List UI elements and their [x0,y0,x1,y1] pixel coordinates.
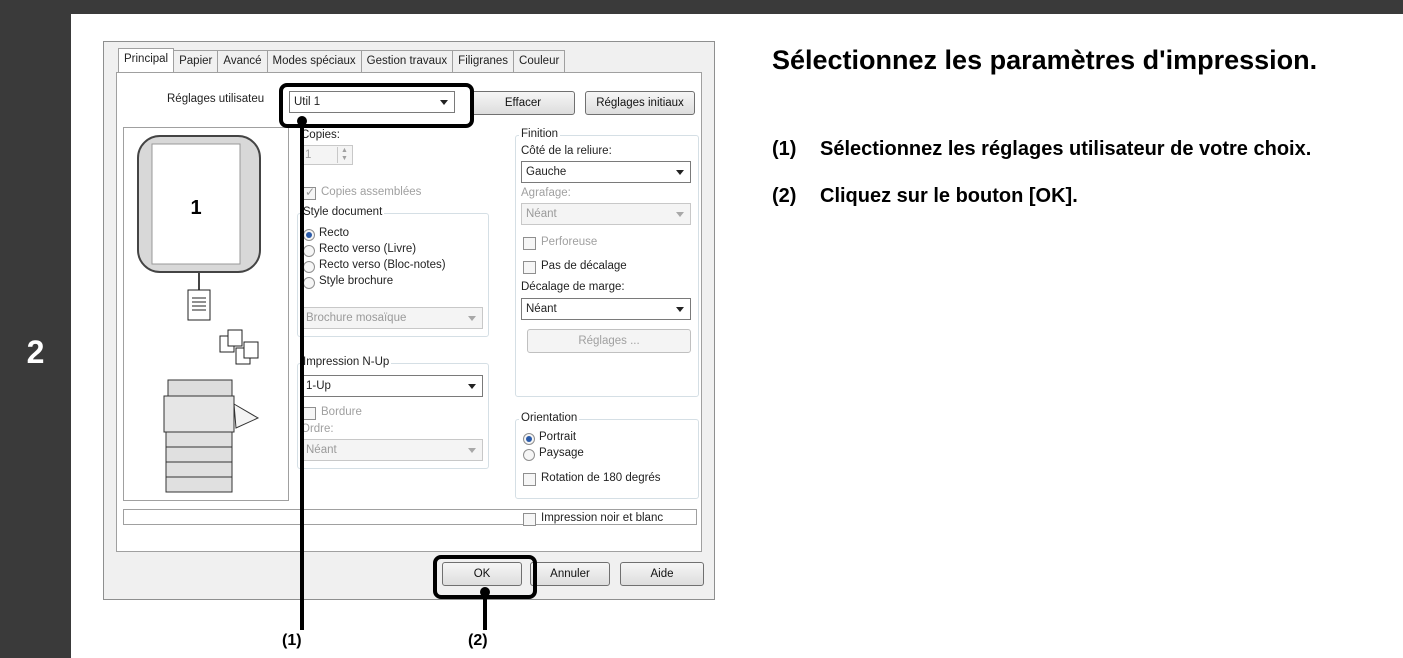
brochure-value: Brochure mosaïque [306,312,407,324]
chevron-down-icon [676,170,684,175]
callout-box-user-settings [279,83,474,128]
punch-checkbox[interactable] [523,237,536,250]
document-style-label: Style document [301,206,385,218]
help-button[interactable]: Aide [620,562,704,586]
no-offset-checkbox[interactable] [523,261,536,274]
radio-portrait[interactable] [523,433,535,445]
nup-select[interactable]: 1-Up [301,375,483,397]
callout-leader-2 [483,591,487,630]
rotate-checkbox[interactable] [523,473,536,486]
defaults-button[interactable]: Réglages initiaux [585,91,695,115]
chevron-down-icon [676,212,684,217]
chevron-down-icon [468,384,476,389]
radio-style-brochure[interactable] [303,277,315,289]
step-num: (1) [772,138,797,160]
callout-label-1: (1) [282,632,302,649]
margin-shift-label: Décalage de marge: [521,281,625,293]
order-label: Ordre: [301,423,334,435]
radio-recto[interactable] [303,229,315,241]
instruction-steps: (1) Sélectionnez les réglages utilisateu… [772,135,1382,229]
nup-label: Impression N-Up [301,356,392,368]
preview-page-number: 1 [190,197,201,219]
collate-label: Copies assemblées [321,186,422,198]
step-num: (2) [772,185,797,207]
tab-modes-speciaux[interactable]: Modes spéciaux [266,50,362,72]
order-select[interactable]: Néant [301,439,483,461]
staple-value: Néant [526,208,557,220]
finishing-label: Finition [519,128,561,140]
nup-value: 1-Up [306,380,331,392]
margin-shift-select[interactable]: Néant [521,298,691,320]
clear-button[interactable]: Effacer [471,91,575,115]
step-column: 2 [0,14,71,658]
tab-avance[interactable]: Avancé [217,50,268,72]
instruction-step: (1) Sélectionnez les réglages utilisateu… [772,135,1382,164]
collate-checkbox[interactable] [303,185,316,200]
step-text: Cliquez sur le bouton [OK]. [820,185,1078,207]
punch-label: Perforeuse [541,236,598,248]
binding-edge-label: Côté de la reliure: [521,145,612,157]
bw-checkbox[interactable] [523,513,536,526]
printer-illustration [163,379,260,493]
radio-recto-verso-livre[interactable] [303,245,315,257]
copies-input[interactable]: 1 ▲ ▼ [301,145,353,165]
option-style-brochure: Style brochure [319,275,394,287]
staple-select[interactable]: Néant [521,203,691,225]
option-paysage: Paysage [539,447,584,459]
radio-recto-verso-bloc-notes[interactable] [303,261,315,273]
orientation-label: Orientation [519,412,580,424]
option-recto-verso-bloc-notes: Recto verso (Bloc-notes) [319,259,446,271]
bw-label: Impression noir et blanc [541,512,664,524]
step-text: Sélectionnez les réglages utilisateur de… [820,138,1312,160]
top-bar [0,0,1403,14]
copies-stack-icon [219,329,259,365]
step-number: 2 [26,334,45,370]
option-recto-verso-livre: Recto verso (Livre) [319,243,417,255]
tab-papier[interactable]: Papier [173,50,219,72]
preview-area: 1 [123,127,289,501]
staple-label: Agrafage: [521,187,571,199]
user-settings-label: Réglages utilisateu [167,93,265,105]
callout-label-2: (2) [468,632,488,649]
brochure-select[interactable]: Brochure mosaïque [301,307,483,329]
tab-filigranes[interactable]: Filigranes [452,50,515,72]
rotate-label: Rotation de 180 degrés [541,472,661,484]
border-label: Bordure [321,406,362,418]
option-recto: Recto [319,227,350,239]
margin-shift-value: Néant [526,303,557,315]
option-portrait: Portrait [539,431,577,443]
binding-edge-select[interactable]: Gauche [521,161,691,183]
radio-paysage[interactable] [523,449,535,461]
copies-value: 1 [305,149,312,161]
binding-edge-value: Gauche [526,166,567,178]
stepper-icon[interactable]: ▲ ▼ [337,147,351,163]
tab-principal[interactable]: Principal [118,48,175,72]
tab-couleur[interactable]: Couleur [513,50,566,72]
chevron-down-icon [468,448,476,453]
printer-preview-graphic: 1 [137,135,261,493]
tab-gestion-travaux[interactable]: Gestion travaux [360,50,454,72]
margin-settings-button[interactable]: Réglages ... [527,329,691,353]
callout-leader-1 [300,120,304,630]
order-value: Néant [306,444,337,456]
tab-panel-principal: Réglages utilisateu Util 1 Effacer Régla… [116,72,702,552]
instruction-step: (2) Cliquez sur le bouton [OK]. [772,182,1382,211]
instruction-heading: Sélectionnez les paramètres d'impression… [772,45,1318,75]
document-icon [187,289,211,321]
border-checkbox[interactable] [303,407,316,420]
no-offset-label: Pas de décalage [541,260,627,272]
tab-bar: Principal Papier Avancé Modes spéciaux G… [118,48,566,72]
cancel-button[interactable]: Annuler [530,562,610,586]
chevron-down-icon [676,307,684,312]
copies-label: Copies: [301,129,340,141]
chevron-down-icon [468,316,476,321]
